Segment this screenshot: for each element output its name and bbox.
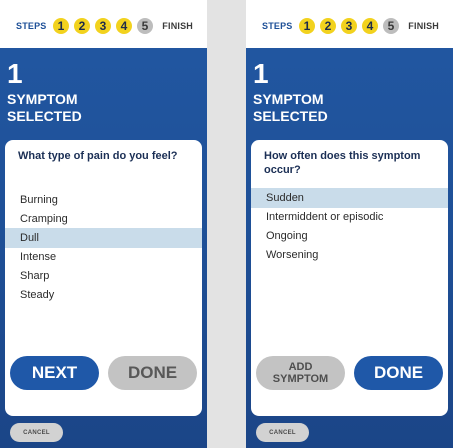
question-card: How often does this symptom occur? Sudde… <box>251 140 448 416</box>
step-2-indicator: 2 <box>74 18 90 34</box>
finish-label: FINISH <box>162 21 193 31</box>
step-4-indicator: 4 <box>116 18 132 34</box>
steps-label: STEPS <box>16 21 47 31</box>
symptom-count: 1 <box>7 58 23 89</box>
option-dull[interactable]: Dull <box>5 228 202 248</box>
step-1-indicator: 1 <box>299 18 315 34</box>
question-text: How often does this symptom occur? <box>264 150 421 176</box>
option-cramping[interactable]: Cramping <box>5 209 202 229</box>
next-button[interactable]: NEXT <box>10 356 99 390</box>
add-label-line2: SYMPTOM <box>272 373 329 385</box>
screen-divider <box>207 0 246 448</box>
step-5-indicator: 5 <box>137 18 153 34</box>
pain-type-screen: STEPS 1 2 3 4 5 FINISH 1 SYMPTOM SELECTE… <box>0 0 207 448</box>
step-2-indicator: 2 <box>320 18 336 34</box>
question-text: What type of pain do you feel? <box>18 150 178 162</box>
option-sudden[interactable]: Sudden <box>251 188 448 208</box>
steps-label: STEPS <box>262 21 293 31</box>
done-button[interactable]: DONE <box>354 356 443 390</box>
option-ongoing[interactable]: Ongoing <box>251 226 448 246</box>
count-label-line2: SELECTED <box>253 108 328 124</box>
count-label-line1: SYMPTOM <box>253 91 324 107</box>
steps-progress-bar: STEPS 1 2 3 4 5 FINISH <box>246 0 453 48</box>
option-worsening[interactable]: Worsening <box>251 245 448 265</box>
frequency-screen: STEPS 1 2 3 4 5 FINISH 1 SYMPTOM SELECTE… <box>246 0 453 448</box>
cancel-button[interactable]: CANCEL <box>10 423 63 442</box>
cancel-button[interactable]: CANCEL <box>256 423 309 442</box>
question-card: What type of pain do you feel? Burning C… <box>5 140 202 416</box>
option-intense[interactable]: Intense <box>5 247 202 267</box>
option-sharp[interactable]: Sharp <box>5 266 202 286</box>
count-label-line1: SYMPTOM <box>7 91 78 107</box>
step-3-indicator: 3 <box>95 18 111 34</box>
step-4-indicator: 4 <box>362 18 378 34</box>
add-label-line1: ADD <box>288 361 313 373</box>
done-button[interactable]: DONE <box>108 356 197 390</box>
option-intermittent[interactable]: Intermiddent or episodic <box>251 207 448 227</box>
option-steady[interactable]: Steady <box>5 285 202 305</box>
step-1-indicator: 1 <box>53 18 69 34</box>
finish-label: FINISH <box>408 21 439 31</box>
symptom-count: 1 <box>253 58 269 89</box>
option-burning[interactable]: Burning <box>5 190 202 210</box>
symptom-count-label: SYMPTOM SELECTED <box>253 91 328 125</box>
step-3-indicator: 3 <box>341 18 357 34</box>
add-symptom-button[interactable]: ADD SYMPTOM <box>256 356 345 390</box>
steps-progress-bar: STEPS 1 2 3 4 5 FINISH <box>0 0 207 48</box>
symptom-count-label: SYMPTOM SELECTED <box>7 91 82 125</box>
step-5-indicator: 5 <box>383 18 399 34</box>
count-label-line2: SELECTED <box>7 108 82 124</box>
